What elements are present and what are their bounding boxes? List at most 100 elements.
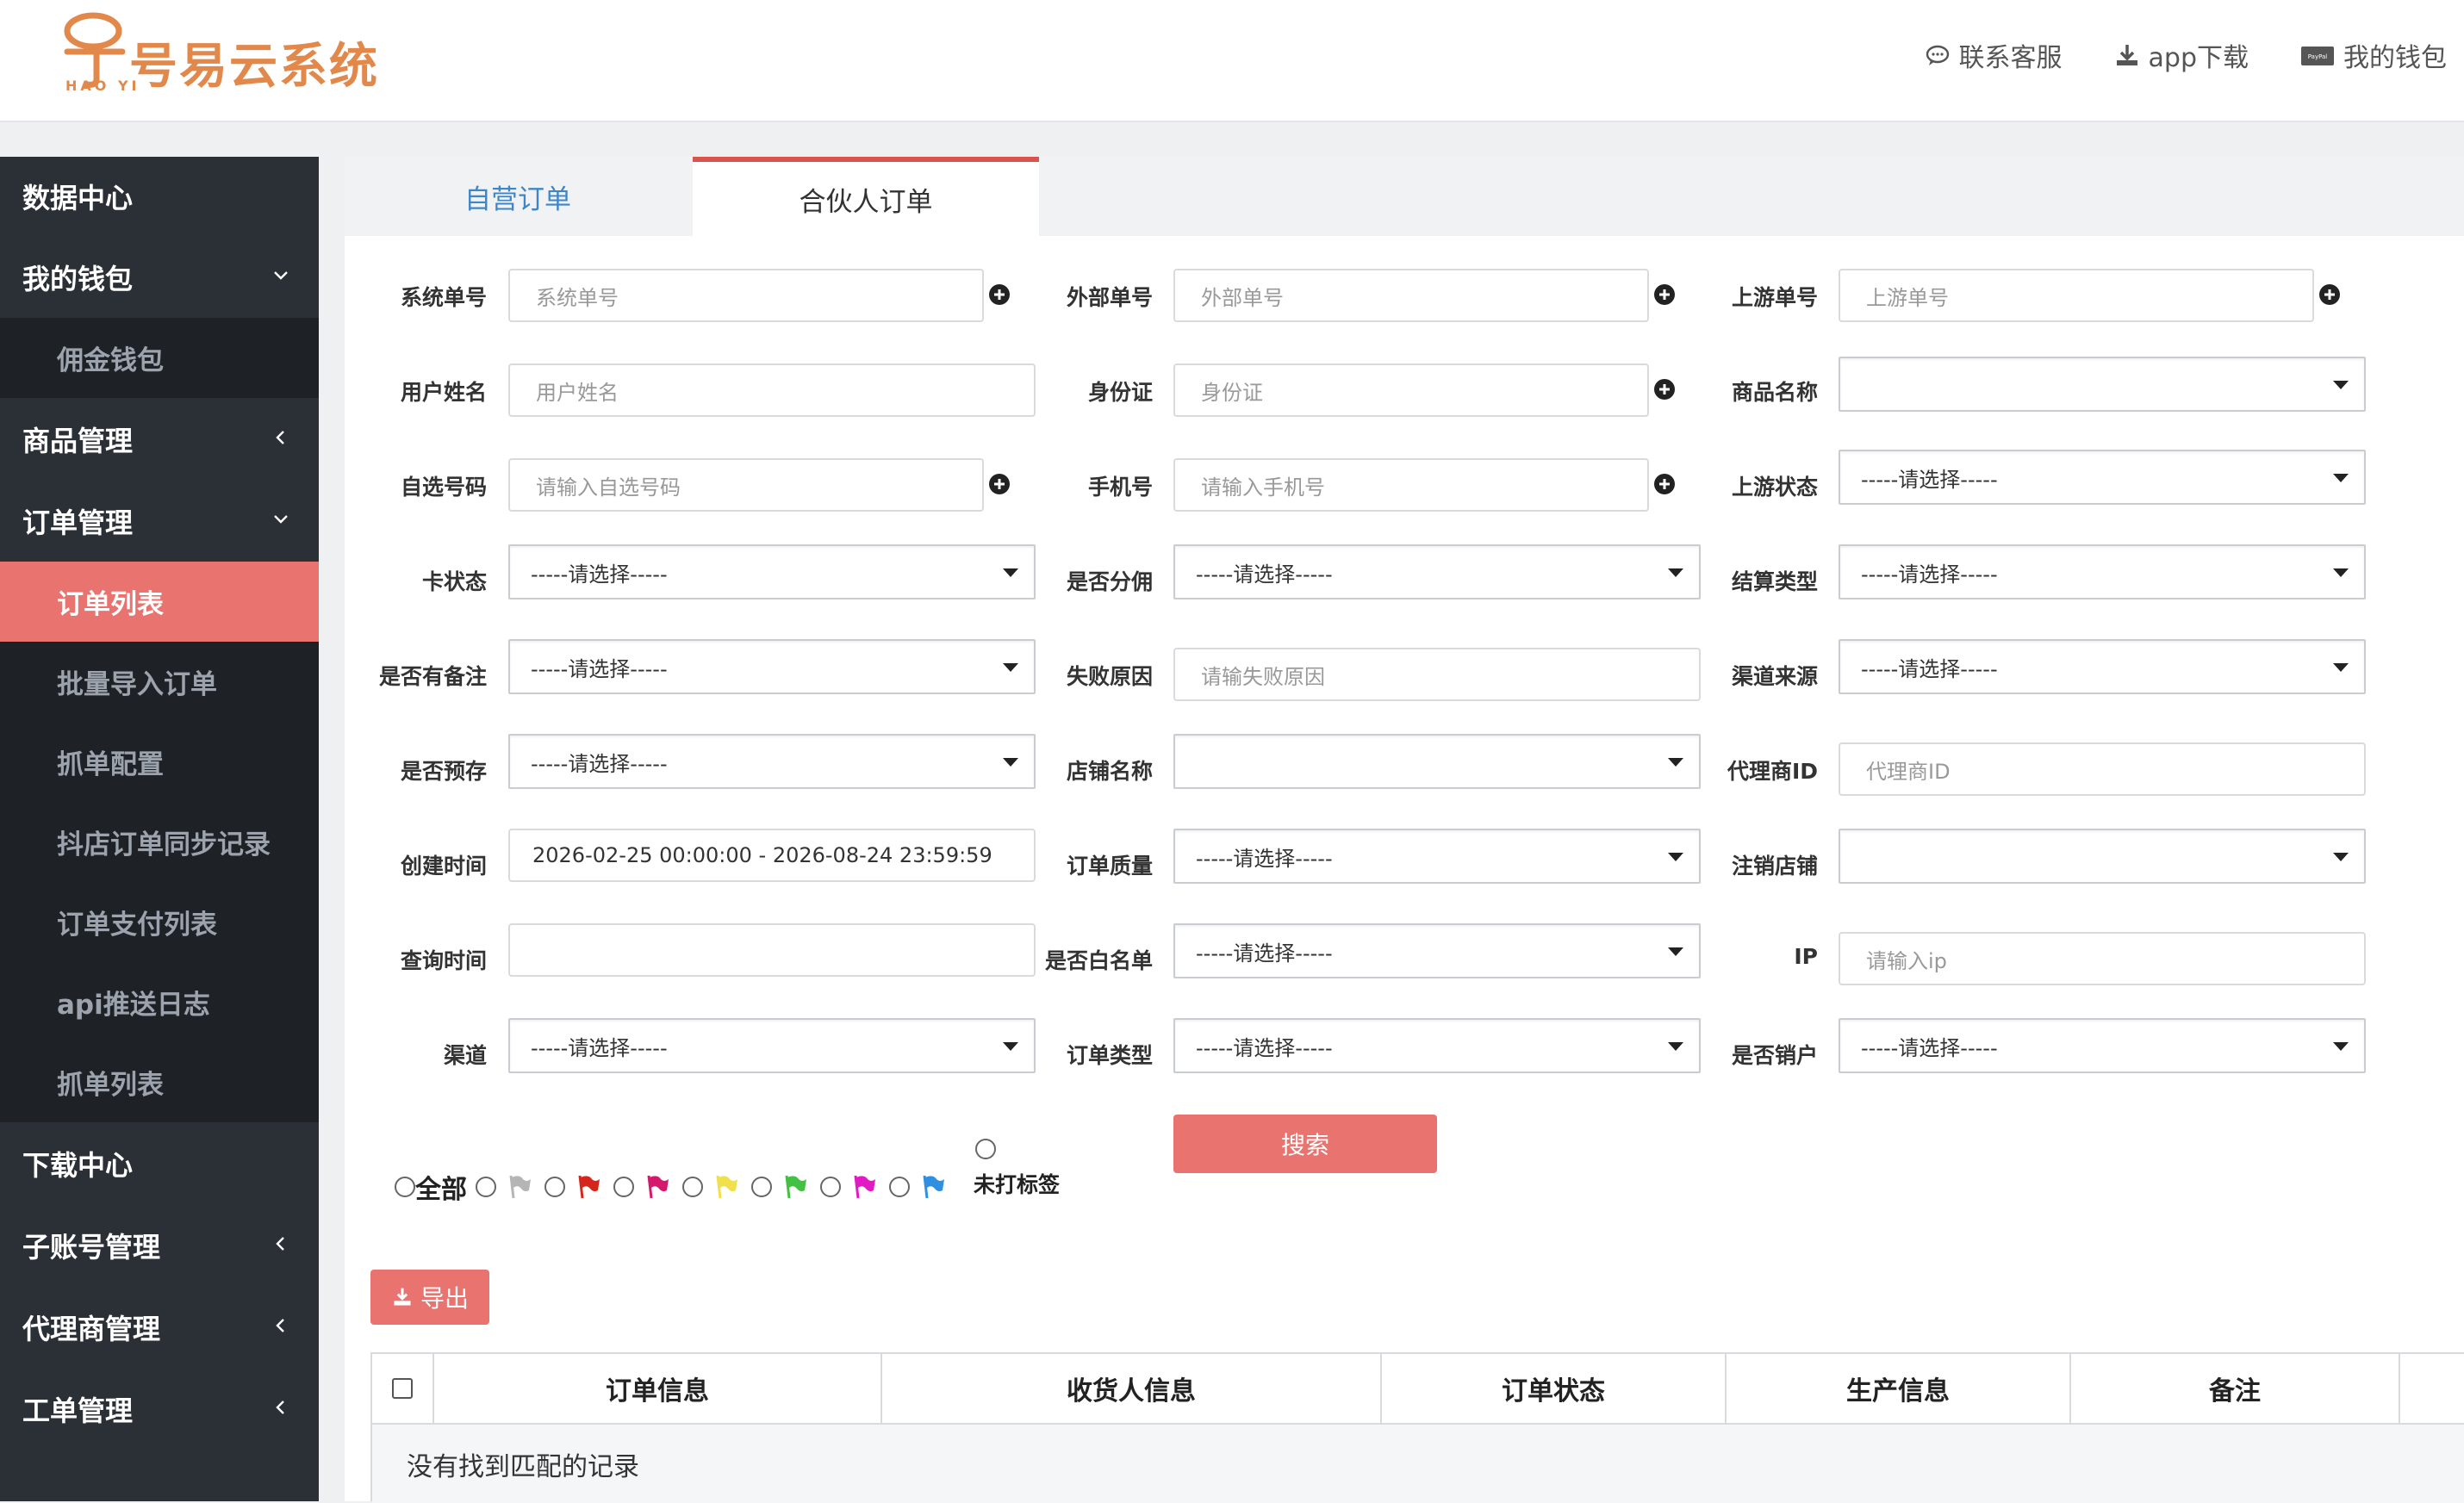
add-circle-icon[interactable] [2318, 283, 2342, 307]
flag-radio-magenta[interactable] [820, 1177, 841, 1197]
app-logo[interactable]: 号易云系统 HAO YI [62, 12, 407, 98]
sidebar-subitem-payment-list[interactable]: 订单支付列表 [0, 882, 319, 962]
chat-icon [1926, 45, 1949, 65]
commission-select[interactable]: -----请选择----- [1173, 544, 1701, 599]
contact-service-link[interactable]: 联系客服 [1925, 36, 2063, 74]
shop-name-label: 店铺名称 [1066, 759, 1153, 784]
sidebar-item-ticket-management[interactable]: 工单管理 [0, 1368, 319, 1450]
export-button[interactable]: 导出 [370, 1270, 489, 1325]
select-value: -----请选择----- [1861, 656, 1998, 681]
sidebar-item-label: 子账号管理 [22, 1230, 161, 1264]
cancel-shop-select[interactable] [1839, 829, 2366, 884]
agent-id-label: 代理商ID [1727, 759, 1818, 784]
tab-self-orders[interactable]: 自营订单 [345, 157, 691, 236]
sidebar-subitem-api-log[interactable]: api推送日志 [0, 962, 319, 1042]
query-time-label: 查询时间 [400, 948, 487, 973]
query-time-input[interactable] [508, 923, 1036, 977]
sidebar-subitem-batch-import[interactable]: 批量导入订单 [0, 642, 319, 722]
download-icon [2116, 45, 2137, 65]
sidebar-item-product-management[interactable]: 商品管理 [0, 398, 319, 480]
product-name-select[interactable] [1839, 357, 2366, 412]
select-value: -----请选择----- [531, 562, 668, 587]
column-header-production[interactable]: 生产信息 [1727, 1354, 2071, 1423]
column-header-remark[interactable]: 备注 [2071, 1354, 2400, 1423]
blue-flag-icon [923, 1175, 944, 1199]
column-header-order-info[interactable]: 订单信息 [434, 1354, 882, 1423]
flag-radio-gray[interactable] [476, 1177, 496, 1197]
channel-source-label: 渠道来源 [1731, 664, 1818, 689]
channel-select[interactable]: -----请选择----- [508, 1018, 1036, 1073]
sidebar-item-data-center[interactable]: 数据中心 [0, 157, 319, 236]
sidebar-subitem-douyin-sync[interactable]: 抖店订单同步记录 [0, 802, 319, 882]
select-value: -----请选择----- [1196, 846, 1333, 871]
caret-down-icon [2333, 853, 2349, 861]
sidebar-item-agent-management[interactable]: 代理商管理 [0, 1286, 319, 1368]
select-value: -----请选择----- [531, 751, 668, 776]
flag-radio-all[interactable] [395, 1177, 415, 1197]
my-wallet-link[interactable]: PayPal 我的钱包 [2300, 36, 2447, 74]
download-icon [394, 1288, 411, 1306]
whitelist-select[interactable]: -----请选择----- [1173, 923, 1701, 978]
chevron-down-icon [274, 271, 288, 280]
create-time-range-input[interactable]: 2026-02-25 00:00:00 - 2026-08-24 23:59:5… [508, 829, 1036, 882]
sidebar-item-download-center[interactable]: 下载中心 [0, 1122, 319, 1204]
green-flag-icon [785, 1175, 806, 1199]
sidebar-subitem-grab-config[interactable]: 抓单配置 [0, 722, 319, 802]
has-remark-select[interactable]: -----请选择----- [508, 639, 1036, 694]
sidebar-subitem-commission-wallet[interactable]: 佣金钱包 [0, 318, 319, 398]
card-status-select[interactable]: -----请选择----- [508, 544, 1036, 599]
column-header-consignee[interactable]: 收货人信息 [882, 1354, 1382, 1423]
chevron-left-icon [276, 1401, 284, 1414]
flag-radio-untagged[interactable] [975, 1139, 996, 1159]
sidebar-item-sub-accounts[interactable]: 子账号管理 [0, 1204, 319, 1286]
select-value: -----请选择----- [1196, 941, 1333, 966]
order-quality-select[interactable]: -----请选择----- [1173, 829, 1701, 884]
chevron-left-icon [276, 1319, 284, 1332]
phone-input[interactable]: 请输入手机号 [1173, 458, 1649, 512]
order-quality-label: 订单质量 [1066, 854, 1153, 879]
self-no-input[interactable]: 请输入自选号码 [508, 458, 984, 512]
flag-radio-blue[interactable] [889, 1177, 910, 1197]
orders-table: 订单信息 收货人信息 订单状态 生产信息 备注 没有找到匹配的记录 [370, 1352, 2464, 1503]
search-button[interactable]: 搜索 [1173, 1115, 1437, 1173]
sidebar-subitem-order-list[interactable]: 订单列表 [0, 562, 319, 642]
product-name-label: 商品名称 [1731, 380, 1818, 405]
flag-radio-yellow[interactable] [682, 1177, 703, 1197]
select-value: -----请选择----- [531, 656, 668, 681]
select-all-checkbox[interactable] [392, 1378, 413, 1399]
flag-radio-red[interactable] [544, 1177, 565, 1197]
pre-store-select[interactable]: -----请选择----- [508, 734, 1036, 789]
card-status-label: 卡状态 [421, 569, 487, 594]
ip-input[interactable]: 请输入ip [1839, 932, 2366, 985]
channel-source-select[interactable]: -----请选择----- [1839, 639, 2366, 694]
shop-name-select[interactable] [1173, 734, 1701, 789]
app-download-link[interactable]: app下载 [2114, 36, 2249, 74]
settle-type-select[interactable]: -----请选择----- [1839, 544, 2366, 599]
whitelist-label: 是否白名单 [1044, 948, 1153, 973]
channel-label: 渠道 [443, 1043, 487, 1068]
ext-no-input[interactable]: 外部单号 [1173, 269, 1649, 322]
user-name-input[interactable]: 用户姓名 [508, 363, 1036, 417]
fail-reason-input[interactable]: 请输失败原因 [1173, 648, 1701, 701]
flag-radio-green[interactable] [751, 1177, 772, 1197]
paypal-card-icon: PayPal [2301, 47, 2334, 65]
order-type-select[interactable]: -----请选择----- [1173, 1018, 1701, 1073]
up-no-input[interactable]: 上游单号 [1839, 269, 2314, 322]
sold-out-label: 是否销户 [1731, 1043, 1818, 1068]
column-header-order-status[interactable]: 订单状态 [1382, 1354, 1727, 1423]
sold-out-select[interactable]: -----请选择----- [1839, 1018, 2366, 1073]
sidebar-item-my-wallet[interactable]: 我的钱包 [0, 236, 319, 318]
settle-type-label: 结算类型 [1731, 569, 1818, 594]
sidebar-item-order-management[interactable]: 订单管理 [0, 480, 319, 562]
sys-no-input[interactable]: 系统单号 [508, 269, 984, 322]
flag-radio-pink[interactable] [613, 1177, 634, 1197]
caret-down-icon [2333, 381, 2349, 389]
tab-partner-orders[interactable]: 合伙人订单 [693, 157, 1039, 236]
agent-id-input[interactable]: 代理商ID [1839, 742, 2366, 796]
up-status-select[interactable]: -----请选择----- [1839, 450, 2366, 505]
id-card-input[interactable]: 身份证 [1173, 363, 1649, 417]
up-status-label: 上游状态 [1731, 475, 1818, 500]
fail-reason-label: 失败原因 [1066, 664, 1153, 689]
my-wallet-label: 我的钱包 [2343, 43, 2447, 73]
sidebar-subitem-grab-list[interactable]: 抓单列表 [0, 1042, 319, 1122]
